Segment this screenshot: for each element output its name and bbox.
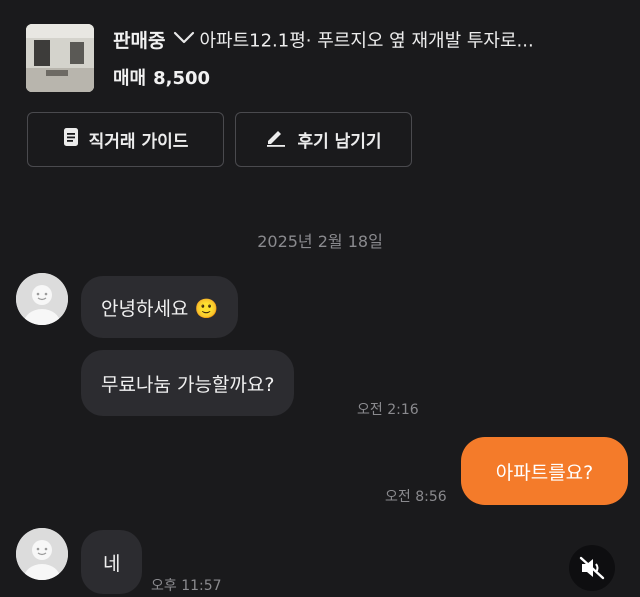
my-message-bubble[interactable]: 아파트를요? [461,437,628,505]
message-bubble[interactable]: 무료나눔 가능할까요? [81,350,295,416]
message-text: 안녕하세요 🙂 [101,297,219,320]
trade-type: 매매 [113,68,147,89]
listing-title: 아파트12.1평· 푸르지오 옆 재개발 투자로... [199,30,534,52]
listing-price-row: 매매 8,500 [113,64,217,90]
message-text: 아파트를요? [495,461,594,484]
message-time: 오전 8:56 [385,489,447,505]
message-time: 오후 11:57 [151,578,222,594]
listing-price: 8,500 [153,68,211,89]
message-text: 네 [103,552,121,575]
review-button-label: 후기 남기기 [297,132,382,152]
listing-thumbnail[interactable] [26,24,94,92]
mute-toggle-button[interactable] [569,545,615,591]
chevron-down-icon[interactable] [173,30,195,49]
message-text: 무료나눔 가능할까요? [101,373,275,396]
guide-button-label: 직거래 가이드 [88,132,189,152]
document-icon [63,127,79,152]
message-bubble[interactable]: 안녕하세요 🙂 [81,276,239,338]
listing-title-row[interactable]: 판매중 아파트12.1평· 푸르지오 옆 재개발 투자로... [113,26,623,56]
avatar[interactable] [16,528,68,580]
message-bubble[interactable]: 네 [81,530,143,594]
pencil-icon [265,127,287,152]
message-time: 오전 2:16 [357,402,419,418]
muted-speaker-icon [579,556,605,580]
listing-status: 판매중 [113,30,166,52]
write-review-button[interactable]: 후기 남기기 [235,112,412,167]
avatar-icon [16,528,68,580]
avatar-icon [16,273,68,325]
chat-date-separator: 2025년 2월 18일 [257,232,383,251]
avatar[interactable] [16,273,68,325]
direct-trade-guide-button[interactable]: 직거래 가이드 [27,112,224,167]
